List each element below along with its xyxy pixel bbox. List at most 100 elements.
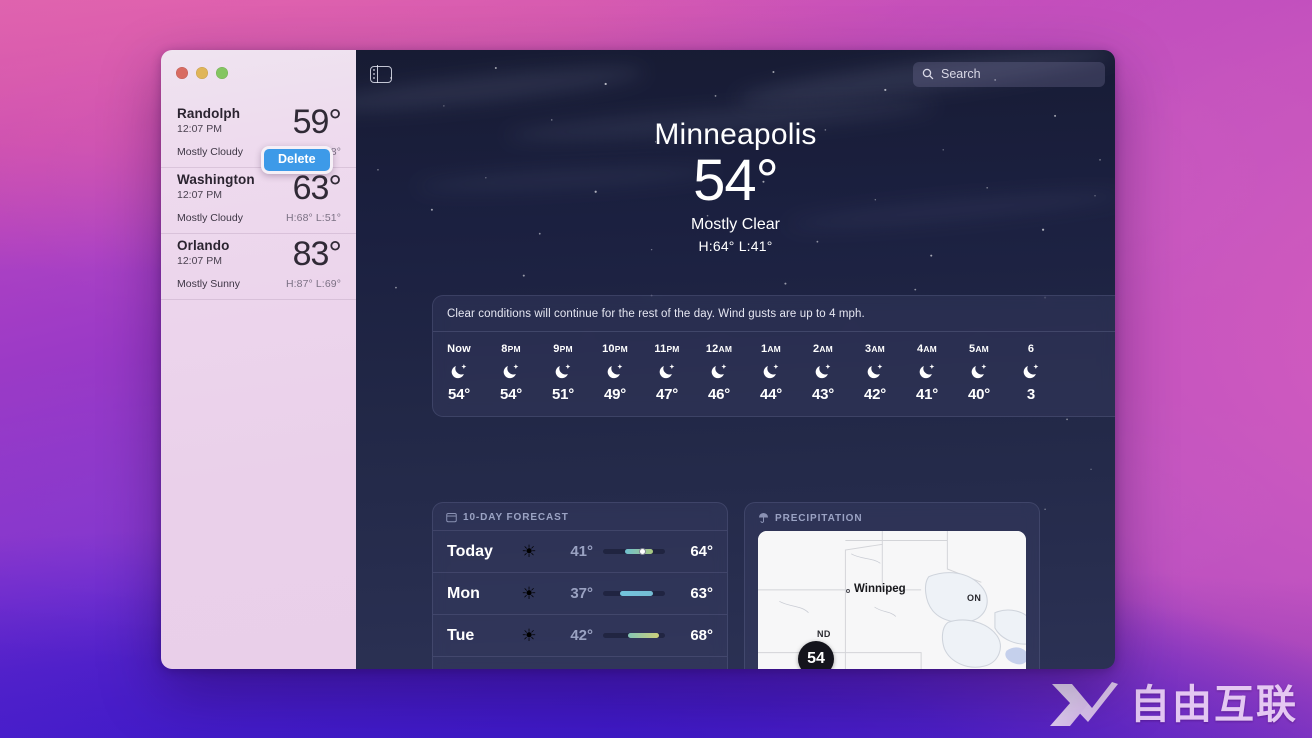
window-controls (161, 50, 356, 79)
hourly-temperature: 47° (655, 386, 679, 403)
forecast-day: Mon (447, 584, 480, 602)
moon-stars-icon (953, 357, 1005, 385)
weather-main-pane: Search Minneapolis 54° Mostly Clear H:64… (356, 50, 1115, 669)
hourly-forecast-strip[interactable]: Now 54° 8PM 54° 9PM 51° 10PM 49° 11PM 47° 12AM 46° 1… (433, 332, 1115, 416)
delete-button[interactable]: Delete (264, 149, 330, 171)
forecast-range-bar (603, 547, 665, 556)
search-placeholder: Search (941, 67, 981, 81)
city-condition: Mostly Sunny (177, 278, 241, 290)
city-name: Orlando (177, 238, 230, 253)
precipitation-card: PRECIPITATION Winnipeg ON ND 54 (744, 502, 1040, 669)
sun-icon: ☀ (521, 625, 537, 645)
hourly-entry[interactable]: 8PM 54° (485, 341, 537, 405)
forecast-row[interactable]: Tue ☀ 42° 68° (433, 614, 727, 656)
map-label-winnipeg: Winnipeg (854, 583, 906, 595)
cards-row: 10-DAY FORECAST Today ☀ 41° 64° Mon ☀ 37° 63° Tu… (432, 502, 1115, 669)
search-icon (922, 68, 934, 80)
moon-stars-icon (433, 357, 485, 385)
forecast-range-fill (627, 633, 659, 638)
hourly-entry[interactable]: 10PM 49° (589, 341, 641, 405)
city-condition: Mostly Cloudy (177, 212, 243, 224)
map-label-on: ON (967, 593, 982, 603)
moon-stars-icon (797, 357, 849, 385)
hourly-label: 10PM (602, 343, 628, 355)
hourly-entry[interactable]: 2AM 43° (797, 341, 849, 405)
zoom-button[interactable] (216, 67, 228, 79)
hourly-temperature: 49° (603, 386, 627, 403)
city-row-top: Washington 12:07 PM 63° (177, 169, 342, 207)
watermark: 自由互联 (1048, 678, 1298, 732)
delete-popover: Delete (261, 146, 333, 174)
hourly-summary-text: Clear conditions will continue for the r… (433, 296, 1115, 332)
watermark-text: 自由互联 (1130, 682, 1298, 728)
city-highlow: H:68° L:51° (285, 212, 341, 224)
hourly-label: 9PM (553, 343, 573, 355)
forecast-day: Wed (447, 669, 509, 670)
city-temperature: 63° (292, 169, 342, 207)
city-row-top: Randolph 12:07 PM 59° (177, 103, 342, 141)
hourly-temperature: 40° (967, 386, 991, 403)
moon-stars-icon (745, 357, 797, 385)
hourly-temperature: 54° (447, 386, 471, 403)
city-name: Washington (177, 172, 255, 187)
map-temperature-marker[interactable]: 54 (798, 641, 834, 669)
close-button[interactable] (176, 67, 188, 79)
forecast-row[interactable]: Wed⛅53°72° (433, 656, 727, 669)
forecast-high: 63° (690, 585, 713, 602)
calendar-icon (446, 512, 457, 523)
sidebar-toggle-icon[interactable] (370, 64, 392, 84)
hourly-entry[interactable]: 3AM 42° (849, 341, 901, 405)
hourly-entry[interactable]: 63 (1005, 341, 1057, 405)
hourly-forecast-card: Clear conditions will continue for the r… (432, 295, 1115, 417)
hourly-temperature: 46° (707, 386, 731, 403)
hourly-entry[interactable]: Now 54° (433, 341, 485, 405)
hourly-label: 4AM (917, 343, 937, 355)
hourly-label: 5AM (969, 343, 989, 355)
forecast-high: 68° (690, 627, 713, 644)
hourly-label: 3AM (865, 343, 885, 355)
hourly-entry[interactable]: 12AM 46° (693, 341, 745, 405)
precipitation-map[interactable]: Winnipeg ON ND SD NE IA MI Minneapolis C… (758, 531, 1026, 669)
hourly-entry[interactable]: 5AM 40° (953, 341, 1005, 405)
hourly-entry[interactable]: 9PM 51° (537, 341, 589, 405)
hourly-entry[interactable]: 1AM 44° (745, 341, 797, 405)
hourly-label: 6 (1027, 343, 1035, 355)
umbrella-icon (758, 512, 769, 523)
hourly-entry[interactable]: 4AM 41° (901, 341, 953, 405)
moon-stars-icon (641, 357, 693, 385)
map-dot-winnipeg (846, 589, 850, 593)
hourly-temperature: 51° (551, 386, 575, 403)
hourly-temperature: 42° (863, 386, 887, 403)
moon-stars-icon (901, 357, 953, 385)
forecast-range-bar (603, 591, 665, 596)
forecast-row[interactable]: Today ☀ 41° 64° (433, 530, 727, 572)
toolbar: Search (356, 50, 1115, 98)
forecast-high: 64° (690, 543, 713, 560)
city-temperature: 83° (292, 235, 342, 273)
precipitation-card-title: PRECIPITATION (775, 512, 863, 524)
forecast-row[interactable]: Mon ☀ 37° 63° (433, 572, 727, 614)
moon-stars-icon (1005, 357, 1057, 385)
minimize-button[interactable] (196, 67, 208, 79)
sidebar: Randolph 12:07 PM 59° Mostly Cloudy H:63… (161, 50, 356, 669)
city-row-bottom: Mostly Sunny H:87° L:69° (177, 278, 341, 290)
current-temp-indicator (638, 547, 647, 556)
hourly-label: 12AM (705, 343, 733, 355)
forecast-low: 37° (570, 585, 593, 602)
map-geometry (758, 531, 1026, 669)
forecast-low: 42° (570, 627, 593, 644)
moon-stars-icon (485, 357, 537, 385)
forecast-range-bar (603, 633, 665, 638)
sidebar-item-washington[interactable]: Washington 12:07 PM 63° Mostly Cloudy H:… (161, 168, 356, 234)
search-input[interactable]: Search (913, 61, 1105, 87)
hourly-entry[interactable]: 11PM 47° (641, 341, 693, 405)
sidebar-item-orlando[interactable]: Orlando 12:07 PM 83° Mostly Sunny H:87° … (161, 234, 356, 300)
city-row-bottom: Mostly Cloudy H:68° L:51° (177, 212, 341, 224)
precipitation-card-header: PRECIPITATION (745, 503, 1039, 531)
moon-stars-icon (693, 357, 745, 385)
forecast-day: Tue (447, 626, 475, 644)
current-highlow: H:64° L:41° (698, 238, 773, 254)
map-label-nd: ND (817, 629, 831, 639)
ten-day-forecast-card: 10-DAY FORECAST Today ☀ 41° 64° Mon ☀ 37° 63° Tu… (432, 502, 728, 669)
city-temperature: 59° (292, 103, 342, 141)
